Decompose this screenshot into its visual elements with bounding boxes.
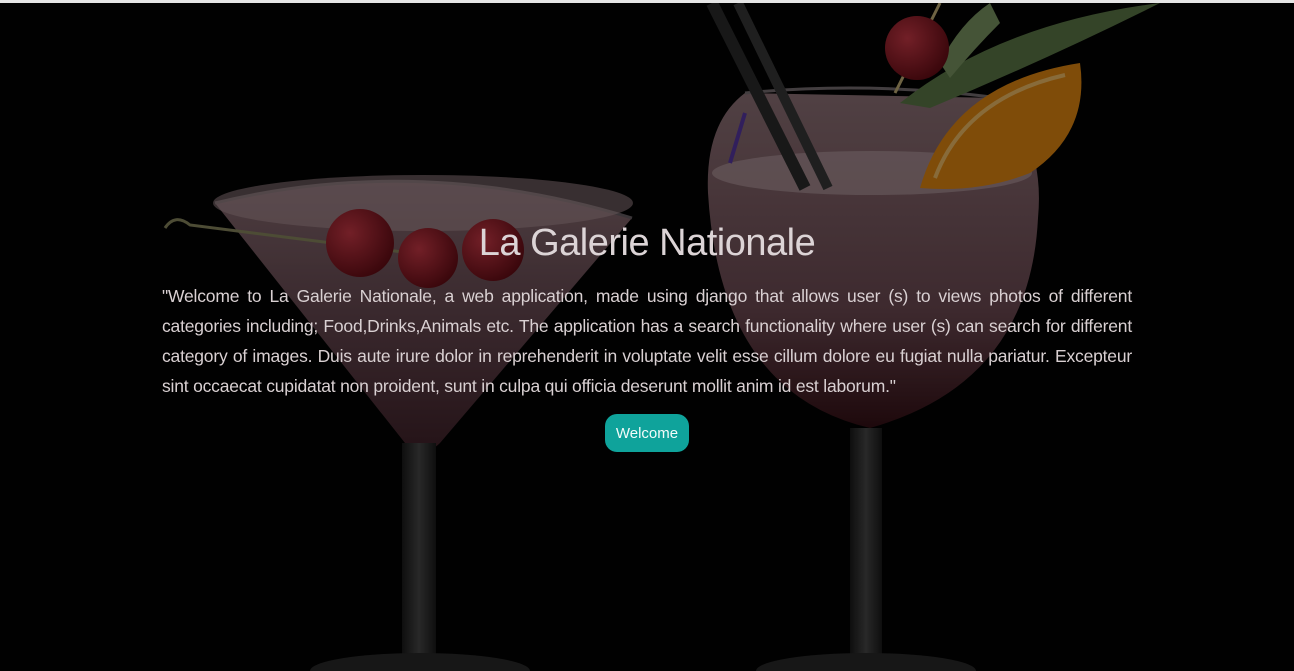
page-title: La Galerie Nationale [478,222,816,264]
welcome-button[interactable]: Welcome [605,414,689,452]
welcome-description: "Welcome to La Galerie Nationale, a web … [162,286,1132,396]
hero-section: La Galerie Nationale "Welcome to La Gale… [0,3,1294,671]
